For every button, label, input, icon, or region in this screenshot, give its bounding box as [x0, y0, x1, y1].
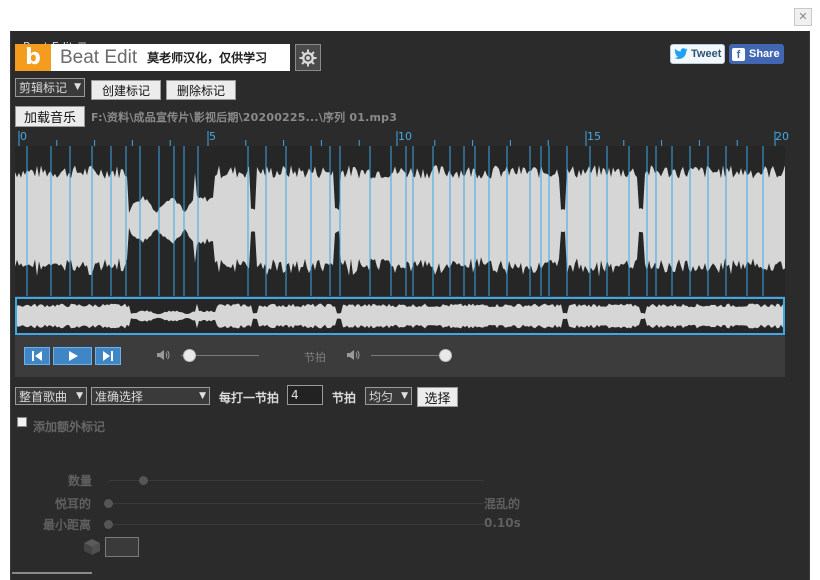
pleasant-label: 悦耳的: [55, 497, 92, 511]
scope-dropdown[interactable]: 整首歌曲 ▼: [15, 387, 87, 405]
waveform-graphic: [15, 146, 785, 296]
ruler-label: 10: [398, 130, 412, 143]
chevron-down-icon: ▼: [199, 391, 206, 401]
marker-color-swatch[interactable]: [105, 537, 139, 557]
logo-subtitle: 莫老师汉化，仅供学习: [147, 51, 268, 65]
marker-type-dropdown[interactable]: 剪辑标记 ▼: [15, 78, 85, 97]
play-icon: [68, 351, 78, 361]
min-distance-value: 0.10s: [484, 516, 521, 530]
logo-title: Beat Edit: [60, 46, 138, 68]
speaker-icon: [347, 350, 360, 360]
play-button[interactable]: [53, 347, 92, 365]
chevron-down-icon: ▼: [401, 391, 408, 401]
file-path: F:\资料\成品宣传片\影视后期\20200225...\序列 01.mp3: [91, 111, 398, 124]
chevron-down-icon: ▼: [74, 82, 81, 92]
per-beat-label: 每打一节拍: [219, 391, 280, 405]
waveform-area: 0 5 10 15 20 节拍: [15, 129, 789, 377]
facebook-icon: f: [732, 47, 745, 61]
settings-button[interactable]: [295, 44, 321, 71]
beat-count-input[interactable]: 4: [287, 385, 323, 405]
cube-icon: [84, 539, 100, 555]
quantity-label: 数量: [68, 474, 93, 488]
overview-waveform-shape: [17, 303, 783, 329]
tweet-label: Tweet: [691, 48, 722, 60]
close-icon[interactable]: ✕: [794, 8, 812, 26]
panel-bottom-divider: [12, 572, 92, 574]
tweet-button[interactable]: Tweet: [670, 44, 725, 64]
pleasant-chaotic-slider-knob[interactable]: [104, 499, 113, 508]
min-distance-label: 最小距离: [43, 518, 92, 532]
select-button[interactable]: 选择: [417, 387, 458, 407]
timeline-ruler: 0 5 10 15 20: [15, 129, 789, 146]
distribution-dropdown[interactable]: 均匀 ▼: [365, 387, 412, 405]
beat-volume-slider-knob[interactable]: [439, 349, 452, 362]
twitter-icon: [674, 48, 688, 59]
logo-icon: b: [15, 44, 51, 71]
create-marker-button[interactable]: 创建标记: [91, 80, 161, 100]
skip-back-icon: [32, 351, 42, 361]
ruler-label: 20: [775, 130, 789, 143]
add-extra-markers-checkbox[interactable]: [17, 417, 27, 427]
transport-bar: 节拍: [15, 335, 785, 377]
volume-slider-knob[interactable]: [182, 349, 196, 362]
overview-waveform-graphic: [17, 303, 783, 329]
waveform-shape: [15, 165, 785, 277]
load-music-button[interactable]: 加载音乐: [15, 106, 85, 127]
quantity-slider-track[interactable]: [109, 480, 484, 481]
facebook-share-button[interactable]: f Share: [729, 44, 784, 64]
main-waveform[interactable]: [15, 146, 785, 296]
beat-volume-label: 节拍: [304, 351, 326, 364]
ruler-label: 5: [209, 130, 216, 143]
add-extra-markers-label: 添加额外标记: [33, 420, 106, 434]
min-distance-slider-track[interactable]: [109, 524, 484, 525]
pleasant-chaotic-slider-track[interactable]: [109, 503, 484, 504]
delete-marker-button[interactable]: 删除标记: [166, 80, 236, 100]
chaotic-label: 混乱的: [484, 497, 521, 511]
beat-unit-label: 节拍: [332, 391, 357, 405]
ruler-label: 0: [20, 130, 27, 143]
chevron-down-icon: ▼: [76, 391, 83, 401]
beat-volume-slider-track[interactable]: [371, 355, 445, 356]
min-distance-slider-knob[interactable]: [104, 520, 113, 529]
ruler-label: 15: [587, 130, 601, 143]
quantity-slider-knob[interactable]: [139, 476, 148, 485]
skip-forward-button[interactable]: [95, 347, 121, 365]
skip-back-button[interactable]: [24, 347, 50, 365]
window-top-bar: ✕: [0, 0, 820, 31]
skip-forward-icon: [103, 351, 113, 361]
share-label: Share: [749, 48, 780, 60]
logo-banner: b Beat Edit 莫老师汉化，仅供学习: [15, 44, 290, 71]
overview-waveform[interactable]: [15, 297, 785, 335]
selection-mode-dropdown[interactable]: 准确选择 ▼: [91, 387, 210, 405]
speaker-icon: [157, 350, 170, 360]
gear-icon: [299, 49, 317, 66]
